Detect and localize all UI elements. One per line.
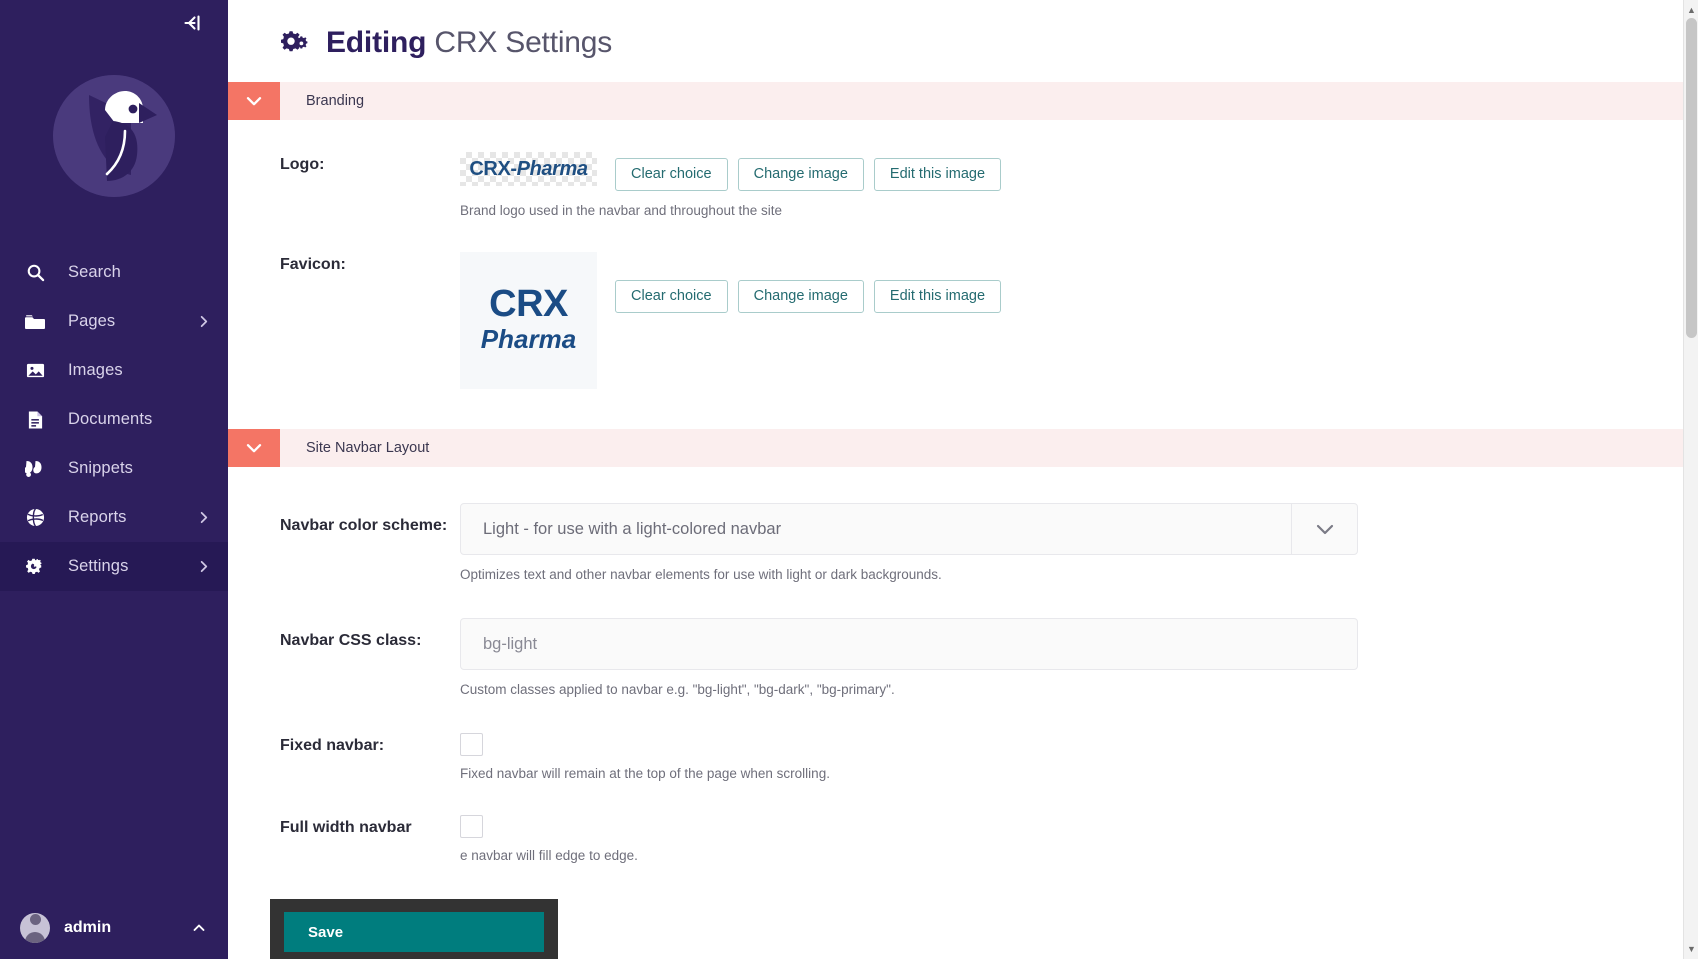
- logo-thumbnail[interactable]: CRX-Pharma: [460, 152, 597, 186]
- page-title-action: Editing: [326, 26, 427, 59]
- field-navbar-css-class: Navbar CSS class: bg-light Custom classe…: [228, 618, 1698, 697]
- field-navbar-color-scheme: Navbar color scheme: Light - for use wit…: [228, 503, 1698, 582]
- favicon-thumb-line1: CRX: [489, 282, 568, 325]
- sidebar-item-reports[interactable]: Reports: [0, 493, 228, 542]
- field-favicon: Favicon: CRX Pharma Clear choice Change …: [228, 252, 1698, 389]
- panel-title: Branding: [306, 93, 365, 109]
- sidebar-item-label: Images: [68, 361, 123, 379]
- full-width-navbar-checkbox[interactable]: [460, 815, 483, 838]
- save-button[interactable]: Save: [284, 912, 544, 952]
- page-title: Editing CRX Settings: [326, 26, 612, 60]
- fixed-navbar-checkbox[interactable]: [460, 733, 483, 756]
- sidebar-collapse-row: [0, 0, 228, 46]
- panel-header-site-navbar-layout: Site Navbar Layout: [228, 429, 1698, 467]
- vertical-scrollbar[interactable]: ▲ ▼: [1683, 0, 1698, 959]
- sidebar: Search Pages Images Documents Snippets R…: [0, 0, 228, 959]
- snippets-icon: [24, 458, 46, 480]
- clear-choice-button[interactable]: Clear choice: [615, 280, 728, 313]
- sidebar-item-snippets[interactable]: Snippets: [0, 444, 228, 493]
- favicon-button-group: Clear choice Change image Edit this imag…: [615, 252, 1002, 313]
- folder-icon: [24, 311, 46, 333]
- logo-thumb-text-2: Pharma: [516, 157, 588, 180]
- chevron-down-icon[interactable]: [1291, 504, 1357, 554]
- chevron-right-icon[interactable]: [197, 315, 210, 328]
- admin-page: Search Pages Images Documents Snippets R…: [0, 0, 1698, 959]
- save-bar: Save: [270, 899, 558, 959]
- field-label: Fixed navbar:: [280, 737, 385, 754]
- field-label: Navbar CSS class:: [280, 632, 422, 649]
- edit-this-image-button[interactable]: Edit this image: [873, 280, 1002, 313]
- sidebar-item-label: Pages: [68, 312, 116, 330]
- gears-icon: [24, 556, 46, 578]
- image-icon: [24, 360, 46, 382]
- field-label: Favicon:: [280, 256, 346, 273]
- collapse-left-icon[interactable]: [180, 11, 204, 35]
- chevron-right-icon[interactable]: [197, 560, 210, 573]
- gears-icon: [280, 29, 310, 57]
- logo-thumb-text-1: CRX-: [469, 157, 517, 180]
- change-image-button[interactable]: Change image: [737, 280, 864, 313]
- sidebar-item-label: Documents: [68, 410, 153, 428]
- navbar-css-class-input[interactable]: bg-light: [460, 618, 1358, 670]
- sidebar-item-label: Snippets: [68, 459, 134, 477]
- sidebar-item-pages[interactable]: Pages: [0, 297, 228, 346]
- scroll-down-arrow-icon[interactable]: ▼: [1684, 941, 1698, 957]
- logo-button-group: Clear choice Change image Edit this imag…: [615, 152, 1002, 191]
- globe-icon: [24, 507, 46, 529]
- field-full-width-navbar: Full width navbar e navbar will fill edg…: [228, 815, 1698, 863]
- chevron-up-icon[interactable]: [192, 921, 206, 935]
- field-help-text: Brand logo used in the navbar and throug…: [460, 203, 782, 218]
- sidebar-item-images[interactable]: Images: [0, 346, 228, 395]
- select-value: Light - for use with a light-colored nav…: [483, 519, 782, 538]
- change-image-button[interactable]: Change image: [737, 158, 864, 191]
- favicon-thumbnail[interactable]: CRX Pharma: [460, 252, 597, 389]
- sidebar-nav: Search Pages Images Documents Snippets R…: [0, 248, 228, 591]
- sidebar-item-search[interactable]: Search: [0, 248, 228, 297]
- field-label: Logo:: [280, 156, 325, 173]
- sidebar-logo[interactable]: [0, 46, 228, 222]
- page-title-object: CRX Settings: [434, 26, 613, 59]
- scroll-up-arrow-icon[interactable]: ▲: [1684, 2, 1698, 18]
- field-fixed-navbar: Fixed navbar: Fixed navbar will remain a…: [228, 733, 1698, 781]
- sidebar-item-settings[interactable]: Settings: [0, 542, 228, 591]
- chevron-down-icon[interactable]: [228, 429, 280, 467]
- sidebar-user-footer[interactable]: admin: [0, 897, 228, 959]
- logo-chooser: CRX-Pharma Clear choice Change image Edi…: [460, 152, 1698, 191]
- scrollbar-thumb[interactable]: [1686, 18, 1697, 338]
- field-help-text: Custom classes applied to navbar e.g. "b…: [460, 682, 895, 697]
- sidebar-item-label: Settings: [68, 557, 129, 575]
- favicon-chooser: CRX Pharma Clear choice Change image Edi…: [460, 252, 1698, 389]
- field-logo: Logo: CRX-Pharma Clear choice Change ima…: [228, 152, 1698, 218]
- field-label: Full width navbar: [280, 819, 412, 836]
- favicon-thumb-line2: Pharma: [480, 323, 577, 354]
- field-help-text: Fixed navbar will remain at the top of t…: [460, 766, 830, 781]
- page-header: Editing CRX Settings: [228, 0, 1698, 82]
- user-name: admin: [64, 919, 112, 936]
- chevron-right-icon[interactable]: [197, 511, 210, 524]
- edit-this-image-button[interactable]: Edit this image: [873, 158, 1002, 191]
- field-label: Navbar color scheme:: [280, 517, 448, 534]
- sidebar-item-label: Reports: [68, 508, 127, 526]
- document-icon: [24, 409, 46, 431]
- avatar: [20, 913, 50, 943]
- search-icon: [24, 262, 46, 284]
- chevron-down-icon[interactable]: [228, 82, 280, 120]
- wagtail-bird-logo: [53, 75, 175, 197]
- field-help-text: e navbar will fill edge to edge.: [460, 848, 638, 863]
- sidebar-item-documents[interactable]: Documents: [0, 395, 228, 444]
- clear-choice-button[interactable]: Clear choice: [615, 158, 728, 191]
- panel-header-branding: Branding: [228, 82, 1698, 120]
- field-help-text: Optimizes text and other navbar elements…: [460, 567, 942, 582]
- navbar-color-scheme-select[interactable]: Light - for use with a light-colored nav…: [460, 503, 1358, 555]
- sidebar-item-label: Search: [68, 263, 121, 281]
- panel-title: Site Navbar Layout: [306, 440, 430, 456]
- main-content: Editing CRX Settings Branding Logo: CRX-…: [228, 0, 1698, 959]
